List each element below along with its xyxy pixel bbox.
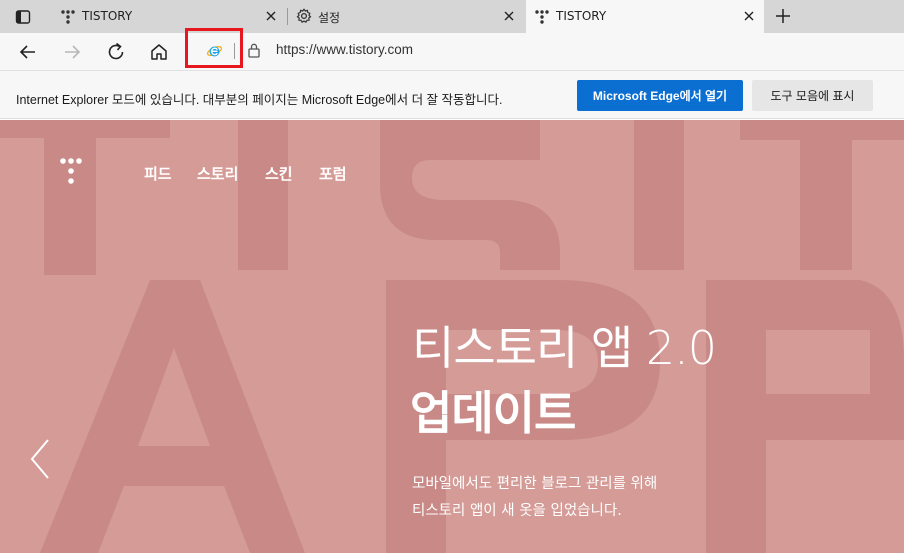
new-tab-icon[interactable] — [770, 5, 796, 27]
show-in-toolbar-button[interactable]: 도구 모음에 표시 — [752, 80, 873, 111]
home-icon[interactable] — [147, 40, 171, 64]
hero-description-line-1: 모바일에서도 편리한 블로그 관리를 위해 — [412, 476, 658, 492]
tistory-favicon-icon — [61, 10, 75, 24]
close-icon[interactable] — [502, 9, 516, 23]
tab-settings[interactable]: 설정 — [288, 0, 524, 33]
tistory-logo[interactable] — [60, 158, 82, 186]
hero-description-line-2: 티스토리 앱이 새 옷을 입었습니다. — [412, 503, 622, 519]
forward-icon[interactable] — [60, 40, 84, 64]
address-bar-url[interactable]: https://www.tistory.com — [276, 42, 413, 57]
nav-forum[interactable]: 포럼 — [319, 163, 347, 184]
back-icon[interactable] — [16, 40, 40, 64]
refresh-icon[interactable] — [104, 40, 128, 64]
tab-label: 설정 — [318, 11, 341, 25]
hero-title: 티스토리 앱 2.0 — [412, 321, 717, 375]
tab-label: TISTORY — [556, 9, 607, 23]
highlight-box — [185, 28, 243, 68]
tab-label: TISTORY — [82, 9, 133, 23]
lock-icon[interactable] — [247, 42, 261, 58]
tab-tistory-active[interactable]: TISTORY — [526, 0, 764, 33]
close-icon[interactable] — [264, 9, 278, 23]
tab-strip: TISTORY 설정 TISTORY — [0, 0, 904, 33]
tab-tistory-1[interactable]: TISTORY — [52, 0, 286, 33]
hero-subtitle: 업데이트 — [410, 386, 576, 440]
chevron-left-icon[interactable] — [28, 438, 52, 480]
page-content: 피드 스토리 스킨 포럼 티스토리 앱 2.0 업데이트 모바일에서도 편리한 … — [0, 120, 904, 553]
nav-skin[interactable]: 스킨 — [265, 163, 293, 184]
navigation-toolbar — [0, 33, 904, 70]
gear-icon — [296, 8, 312, 24]
close-icon[interactable] — [742, 9, 756, 23]
tab-actions-icon[interactable] — [8, 5, 38, 29]
nav-story[interactable]: 스토리 — [197, 163, 238, 184]
open-in-edge-button[interactable]: Microsoft Edge에서 열기 — [577, 80, 743, 111]
infobar-message: Internet Explorer 모드에 있습니다. 대부분의 페이지는 Mi… — [16, 93, 503, 107]
tistory-favicon-icon — [535, 10, 549, 24]
nav-feed[interactable]: 피드 — [144, 163, 172, 184]
